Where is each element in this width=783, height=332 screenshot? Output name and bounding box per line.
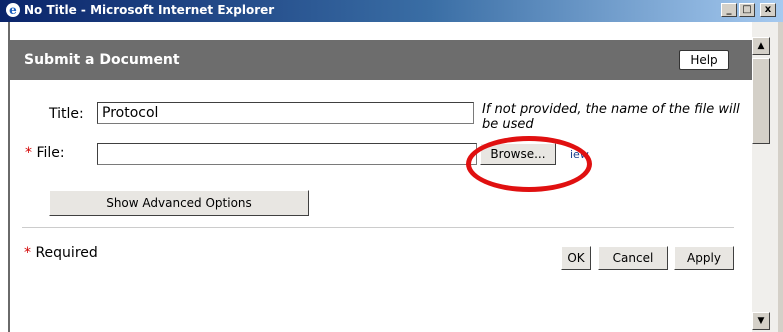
window-title: No Title - Microsoft Internet Explorer: [24, 3, 275, 17]
window-frame-left: [0, 22, 10, 332]
required-note-star-icon: *: [24, 245, 31, 261]
title-field-label: Title:: [49, 106, 84, 122]
cancel-button[interactable]: Cancel: [598, 246, 668, 270]
file-field-label: * File:: [25, 145, 65, 161]
show-advanced-options-button[interactable]: Show Advanced Options: [49, 190, 309, 216]
help-button[interactable]: Help: [679, 50, 729, 70]
required-note-text: Required: [35, 245, 98, 261]
minimize-button[interactable]: _: [721, 3, 737, 17]
dialog-header: Submit a Document Help: [10, 40, 752, 80]
file-label-text: File:: [36, 145, 65, 161]
annotation-circle: [466, 136, 592, 192]
ok-button[interactable]: OK: [561, 246, 591, 270]
dialog-heading: Submit a Document: [24, 52, 180, 68]
maximize-button[interactable]: □: [739, 3, 755, 17]
file-path-input[interactable]: [97, 143, 477, 165]
required-note: * Required: [24, 245, 98, 261]
window-frame-right: [778, 22, 783, 332]
section-divider: [22, 227, 734, 228]
dialog-body: Submit a Document Help Title: If not pro…: [10, 22, 752, 332]
scroll-down-arrow-icon[interactable]: ▼: [752, 312, 770, 330]
internet-explorer-logo-icon: e: [6, 3, 20, 17]
close-button[interactable]: x: [760, 3, 776, 17]
scroll-up-arrow-icon[interactable]: ▲: [752, 37, 770, 55]
apply-button[interactable]: Apply: [674, 246, 734, 270]
title-input[interactable]: [97, 102, 474, 124]
scrollbar-thumb[interactable]: [752, 58, 770, 144]
title-hint: If not provided, the name of the file wi…: [482, 102, 740, 132]
window-titlebar[interactable]: e No Title - Microsoft Internet Explorer…: [0, 0, 783, 22]
required-star-icon: *: [25, 145, 32, 161]
